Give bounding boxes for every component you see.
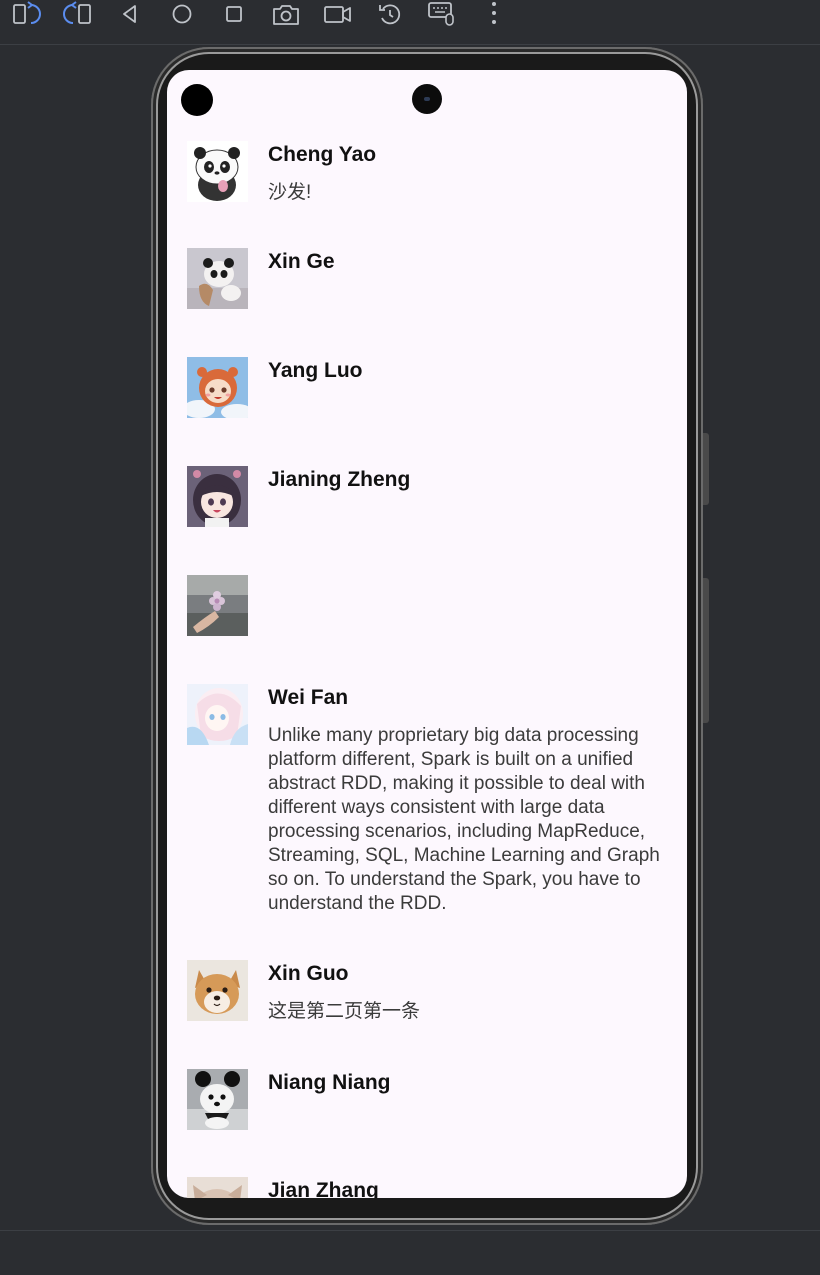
- home-icon[interactable]: [166, 0, 198, 28]
- contact-name: Wei Fan: [268, 686, 349, 709]
- avatar: [187, 1069, 248, 1130]
- emulator-toolbar: [0, 0, 820, 45]
- contact-message: Unlike many proprietary big data process…: [268, 725, 660, 914]
- power-button[interactable]: [703, 578, 709, 723]
- touch-indicator: [181, 84, 213, 116]
- panda-cartoon-avatar: [187, 141, 248, 202]
- contact-name: Jianing Zheng: [268, 468, 411, 491]
- avatar: [187, 1177, 248, 1198]
- keyboard-mouse-icon[interactable]: [426, 0, 458, 28]
- more-icon[interactable]: [478, 0, 510, 28]
- puppy-mouse-ears-avatar: [187, 1069, 248, 1130]
- contact-name: Xin Guo: [268, 962, 349, 985]
- contact-name: Xin Ge: [268, 250, 335, 273]
- cat-avatar: [187, 1177, 248, 1198]
- anime-girl-dark-hair-avatar: [187, 466, 248, 527]
- avatar: [187, 357, 248, 418]
- phone-screen: Cheng Yao 沙发! Xin Ge Yang Luo Jianing Zh…: [167, 70, 687, 1198]
- rotate-left-icon[interactable]: [10, 0, 42, 28]
- front-camera: [412, 84, 442, 114]
- contact-message: 沙发!: [268, 182, 312, 203]
- avatar: [187, 466, 248, 527]
- avatar: [187, 575, 248, 636]
- overview-icon[interactable]: [218, 0, 250, 28]
- avatar: [187, 141, 248, 202]
- volume-button[interactable]: [703, 433, 709, 505]
- shiba-dog-avatar: [187, 960, 248, 1021]
- contact-name: Jian Zhang: [268, 1179, 379, 1198]
- screen-record-icon[interactable]: [322, 0, 354, 28]
- flower-in-hand-avatar: [187, 575, 248, 636]
- anime-girl-pastel-avatar: [187, 684, 248, 745]
- avatar: [187, 960, 248, 1021]
- back-icon[interactable]: [114, 0, 146, 28]
- contact-message: 这是第二页第一条: [268, 1001, 421, 1022]
- anime-girl-hamster-hood-avatar: [187, 357, 248, 418]
- panda-toy-avatar: [187, 248, 248, 309]
- avatar: [187, 248, 248, 309]
- contact-name: Niang Niang: [268, 1071, 391, 1094]
- screenshot-icon[interactable]: [270, 0, 302, 28]
- snapshot-restore-icon[interactable]: [374, 0, 406, 28]
- contact-name: Cheng Yao: [268, 143, 377, 166]
- contact-name: Yang Luo: [268, 359, 363, 382]
- avatar: [187, 684, 248, 745]
- rotate-right-icon[interactable]: [62, 0, 94, 28]
- emulator-bottom-bar: [0, 1230, 820, 1275]
